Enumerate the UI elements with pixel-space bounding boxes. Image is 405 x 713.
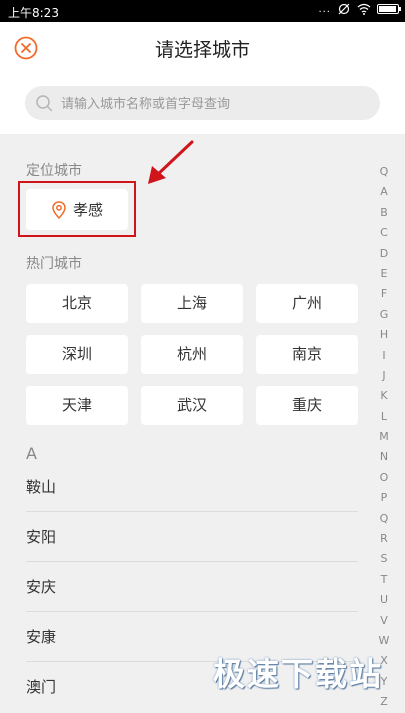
index-letter[interactable]: Z <box>377 692 391 712</box>
status-icons: ... <box>318 3 401 15</box>
index-letter[interactable]: Q <box>377 162 391 182</box>
hot-city-button[interactable]: 广州 <box>256 284 358 323</box>
location-section-label: 定位城市 <box>26 163 82 179</box>
index-letter[interactable]: Q <box>377 509 391 529</box>
status-dots: ... <box>318 3 331 15</box>
location-city-button[interactable]: 孝感 <box>26 189 128 230</box>
hot-city-button[interactable]: 武汉 <box>141 386 243 425</box>
search-input[interactable] <box>59 90 363 118</box>
city-list-item[interactable]: 安阳 <box>26 512 358 562</box>
search-area <box>0 74 405 134</box>
location-city-label: 孝感 <box>72 201 103 219</box>
index-letter[interactable]: P <box>377 488 391 508</box>
location-pin-icon <box>52 200 66 219</box>
index-letter[interactable]: T <box>377 570 391 590</box>
index-letter[interactable]: G <box>377 305 391 325</box>
index-letter[interactable]: I <box>377 346 391 366</box>
status-bar: 上午8:23 ... <box>0 0 405 22</box>
index-letter[interactable]: U <box>377 590 391 610</box>
index-letter[interactable]: L <box>377 407 391 427</box>
hot-city-button[interactable]: 重庆 <box>256 386 358 425</box>
index-letter[interactable]: F <box>377 284 391 304</box>
letter-group-header: A <box>26 444 37 463</box>
battery-icon <box>377 4 401 14</box>
search-box[interactable] <box>25 86 380 120</box>
status-time: 上午8:23 <box>8 6 59 20</box>
hot-city-button[interactable]: 杭州 <box>141 335 243 374</box>
wifi-icon <box>357 3 371 15</box>
hot-city-button[interactable]: 北京 <box>26 284 128 323</box>
watermark-text: 极速下载站 <box>212 655 383 693</box>
page-title: 请选择城市 <box>154 39 250 61</box>
index-letter[interactable]: O <box>377 468 391 488</box>
hot-city-button[interactable]: 上海 <box>141 284 243 323</box>
index-letter[interactable]: C <box>377 223 391 243</box>
annotation-arrow-icon <box>148 140 194 184</box>
city-list-item[interactable]: 鞍山 <box>26 462 358 512</box>
index-letter[interactable]: H <box>377 325 391 345</box>
index-letter[interactable]: V <box>377 611 391 631</box>
search-icon <box>36 95 53 112</box>
hot-section-label: 热门城市 <box>26 256 82 272</box>
index-letter[interactable]: K <box>377 386 391 406</box>
index-letter[interactable]: R <box>377 529 391 549</box>
index-letter[interactable]: J <box>377 366 391 386</box>
index-letter[interactable]: N <box>377 447 391 467</box>
index-letter[interactable]: D <box>377 244 391 264</box>
city-list-item[interactable]: 安庆 <box>26 562 358 612</box>
index-letter[interactable]: B <box>377 203 391 223</box>
alphabet-index[interactable]: Q A B C D E F G H I J K L M N O P Q R S … <box>377 162 391 713</box>
index-letter[interactable]: S <box>377 549 391 569</box>
hot-city-button[interactable]: 南京 <box>256 335 358 374</box>
signal-icon <box>338 3 350 15</box>
hot-city-button[interactable]: 天津 <box>26 386 128 425</box>
index-letter[interactable]: A <box>377 182 391 202</box>
index-letter[interactable]: E <box>377 264 391 284</box>
index-letter[interactable]: M <box>377 427 391 447</box>
header: 请选择城市 <box>0 22 405 74</box>
hot-city-button[interactable]: 深圳 <box>26 335 128 374</box>
